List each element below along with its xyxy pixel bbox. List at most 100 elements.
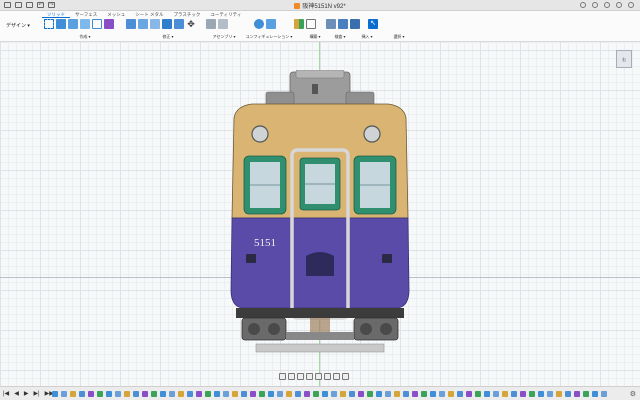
timeline-feature-icon[interactable] (187, 391, 193, 397)
user-avatar[interactable] (628, 2, 634, 8)
timeline-feature-icon[interactable] (403, 391, 409, 397)
press-pull-icon[interactable] (126, 19, 136, 29)
look-at-icon[interactable] (288, 373, 295, 380)
timeline-feature-icon[interactable] (331, 391, 337, 397)
timeline-feature-icon[interactable] (565, 391, 571, 397)
add-tab-icon[interactable] (580, 2, 586, 8)
insert-image-icon[interactable] (350, 19, 360, 29)
timeline-feature-icon[interactable] (367, 391, 373, 397)
timeline-feature-icon[interactable] (124, 391, 130, 397)
joint-icon[interactable] (218, 19, 228, 29)
tab-solid[interactable]: ソリッド (42, 11, 70, 18)
timeline-feature-icon[interactable] (574, 391, 580, 397)
shell-icon[interactable] (162, 19, 172, 29)
move-icon[interactable]: ✥ (186, 19, 196, 29)
timeline-feature-icon[interactable] (340, 391, 346, 397)
tab-utilities[interactable]: ユーティリティ (205, 11, 246, 18)
group-create[interactable]: 作成 ▾ (44, 34, 126, 40)
timeline-feature-icon[interactable] (304, 391, 310, 397)
timeline-feature-icon[interactable] (439, 391, 445, 397)
timeline-feature-icon[interactable] (394, 391, 400, 397)
jobs-icon[interactable] (592, 2, 598, 8)
fillet-icon[interactable] (138, 19, 148, 29)
timeline-feature-icon[interactable] (286, 391, 292, 397)
timeline-feature-icon[interactable] (133, 391, 139, 397)
timeline-feature-icon[interactable] (169, 391, 175, 397)
timeline-feature-icon[interactable] (457, 391, 463, 397)
timeline-feature-icon[interactable] (358, 391, 364, 397)
tab-sheet-metal[interactable]: シート メタル (130, 11, 168, 18)
timeline-feature-icon[interactable] (520, 391, 526, 397)
orbit-icon[interactable] (279, 373, 286, 380)
zoom-icon[interactable] (306, 373, 313, 380)
timeline-feature-icon[interactable] (241, 391, 247, 397)
combine-icon[interactable] (174, 19, 184, 29)
viewcube[interactable]: 右 (616, 50, 632, 68)
timeline-back-button[interactable]: ◀ (14, 391, 19, 397)
timeline-feature-icon[interactable] (196, 391, 202, 397)
group-construct[interactable]: 構築 ▾ (300, 34, 330, 40)
timeline-feature-icon[interactable] (52, 391, 58, 397)
timeline-feature-icon[interactable] (223, 391, 229, 397)
config-icon[interactable] (266, 19, 276, 29)
timeline-feature-icon[interactable] (61, 391, 67, 397)
group-modify[interactable]: 修正 ▾ (126, 34, 210, 40)
timeline-feature-icon[interactable] (511, 391, 517, 397)
insert-icon[interactable] (338, 19, 348, 29)
group-configure[interactable]: コンフィギュレーション ▾ (238, 34, 300, 40)
timeline-feature-icon[interactable] (448, 391, 454, 397)
timeline-feature-icon[interactable] (106, 391, 112, 397)
tab-plastic[interactable]: プラスチック (168, 11, 205, 18)
group-inspect[interactable]: 検査 ▾ (330, 34, 350, 40)
create-form-icon[interactable] (104, 19, 114, 29)
extrude-icon[interactable] (56, 19, 66, 29)
timeline-feature-icon[interactable] (493, 391, 499, 397)
timeline-feature-icon[interactable] (214, 391, 220, 397)
viewports-icon[interactable] (342, 373, 349, 380)
pattern-icon[interactable] (92, 19, 102, 29)
new-sketch-icon[interactable] (44, 19, 54, 29)
help-icon[interactable] (616, 2, 622, 8)
timeline-feature-icon[interactable] (160, 391, 166, 397)
timeline-play-button[interactable]: ▶ (24, 391, 29, 397)
fit-icon[interactable] (315, 373, 322, 380)
inspect-icon[interactable] (326, 19, 336, 29)
group-insert[interactable]: 挿入 ▾ (350, 34, 384, 40)
train-model[interactable]: 5151 (222, 70, 418, 355)
timeline-feature-icon[interactable] (322, 391, 328, 397)
chamfer-icon[interactable] (150, 19, 160, 29)
timeline-feature-icon[interactable] (259, 391, 265, 397)
timeline-feature-icon[interactable] (97, 391, 103, 397)
timeline-feature-icon[interactable] (70, 391, 76, 397)
pan-icon[interactable] (297, 373, 304, 380)
timeline-feature-icon[interactable] (205, 391, 211, 397)
gear-icon[interactable]: ⚙ (630, 390, 636, 398)
timeline-feature-icon[interactable] (601, 391, 607, 397)
timeline-feature-icon[interactable] (268, 391, 274, 397)
design-canvas[interactable]: 右 5151 (0, 42, 640, 386)
group-select[interactable]: 選択 ▾ (384, 34, 414, 40)
grid-settings-icon[interactable] (333, 373, 340, 380)
timeline-feature-icon[interactable] (592, 391, 598, 397)
timeline-feature-icon[interactable] (547, 391, 553, 397)
timeline-feature-icon[interactable] (385, 391, 391, 397)
notification-icon[interactable] (604, 2, 610, 8)
timeline-feature-icon[interactable] (529, 391, 535, 397)
timeline-feature-icon[interactable] (376, 391, 382, 397)
revolve-icon[interactable] (68, 19, 78, 29)
timeline-feature-icon[interactable] (556, 391, 562, 397)
construct-plane-icon[interactable] (294, 19, 304, 29)
timeline-feature-icon[interactable] (295, 391, 301, 397)
measure-icon[interactable] (306, 19, 316, 29)
timeline-feature-icon[interactable] (115, 391, 121, 397)
workspace-switcher[interactable]: デザイン ▾ (6, 19, 40, 31)
timeline-feature-icon[interactable] (421, 391, 427, 397)
timeline-feature-icon[interactable] (250, 391, 256, 397)
timeline-feature-icon[interactable] (349, 391, 355, 397)
timeline-feature-icon[interactable] (412, 391, 418, 397)
timeline-start-button[interactable]: |◀ (3, 391, 9, 397)
timeline-forward-button[interactable]: ▶| (33, 391, 39, 397)
config-table-icon[interactable] (254, 19, 264, 29)
timeline-feature-icon[interactable] (277, 391, 283, 397)
timeline-feature-icon[interactable] (538, 391, 544, 397)
